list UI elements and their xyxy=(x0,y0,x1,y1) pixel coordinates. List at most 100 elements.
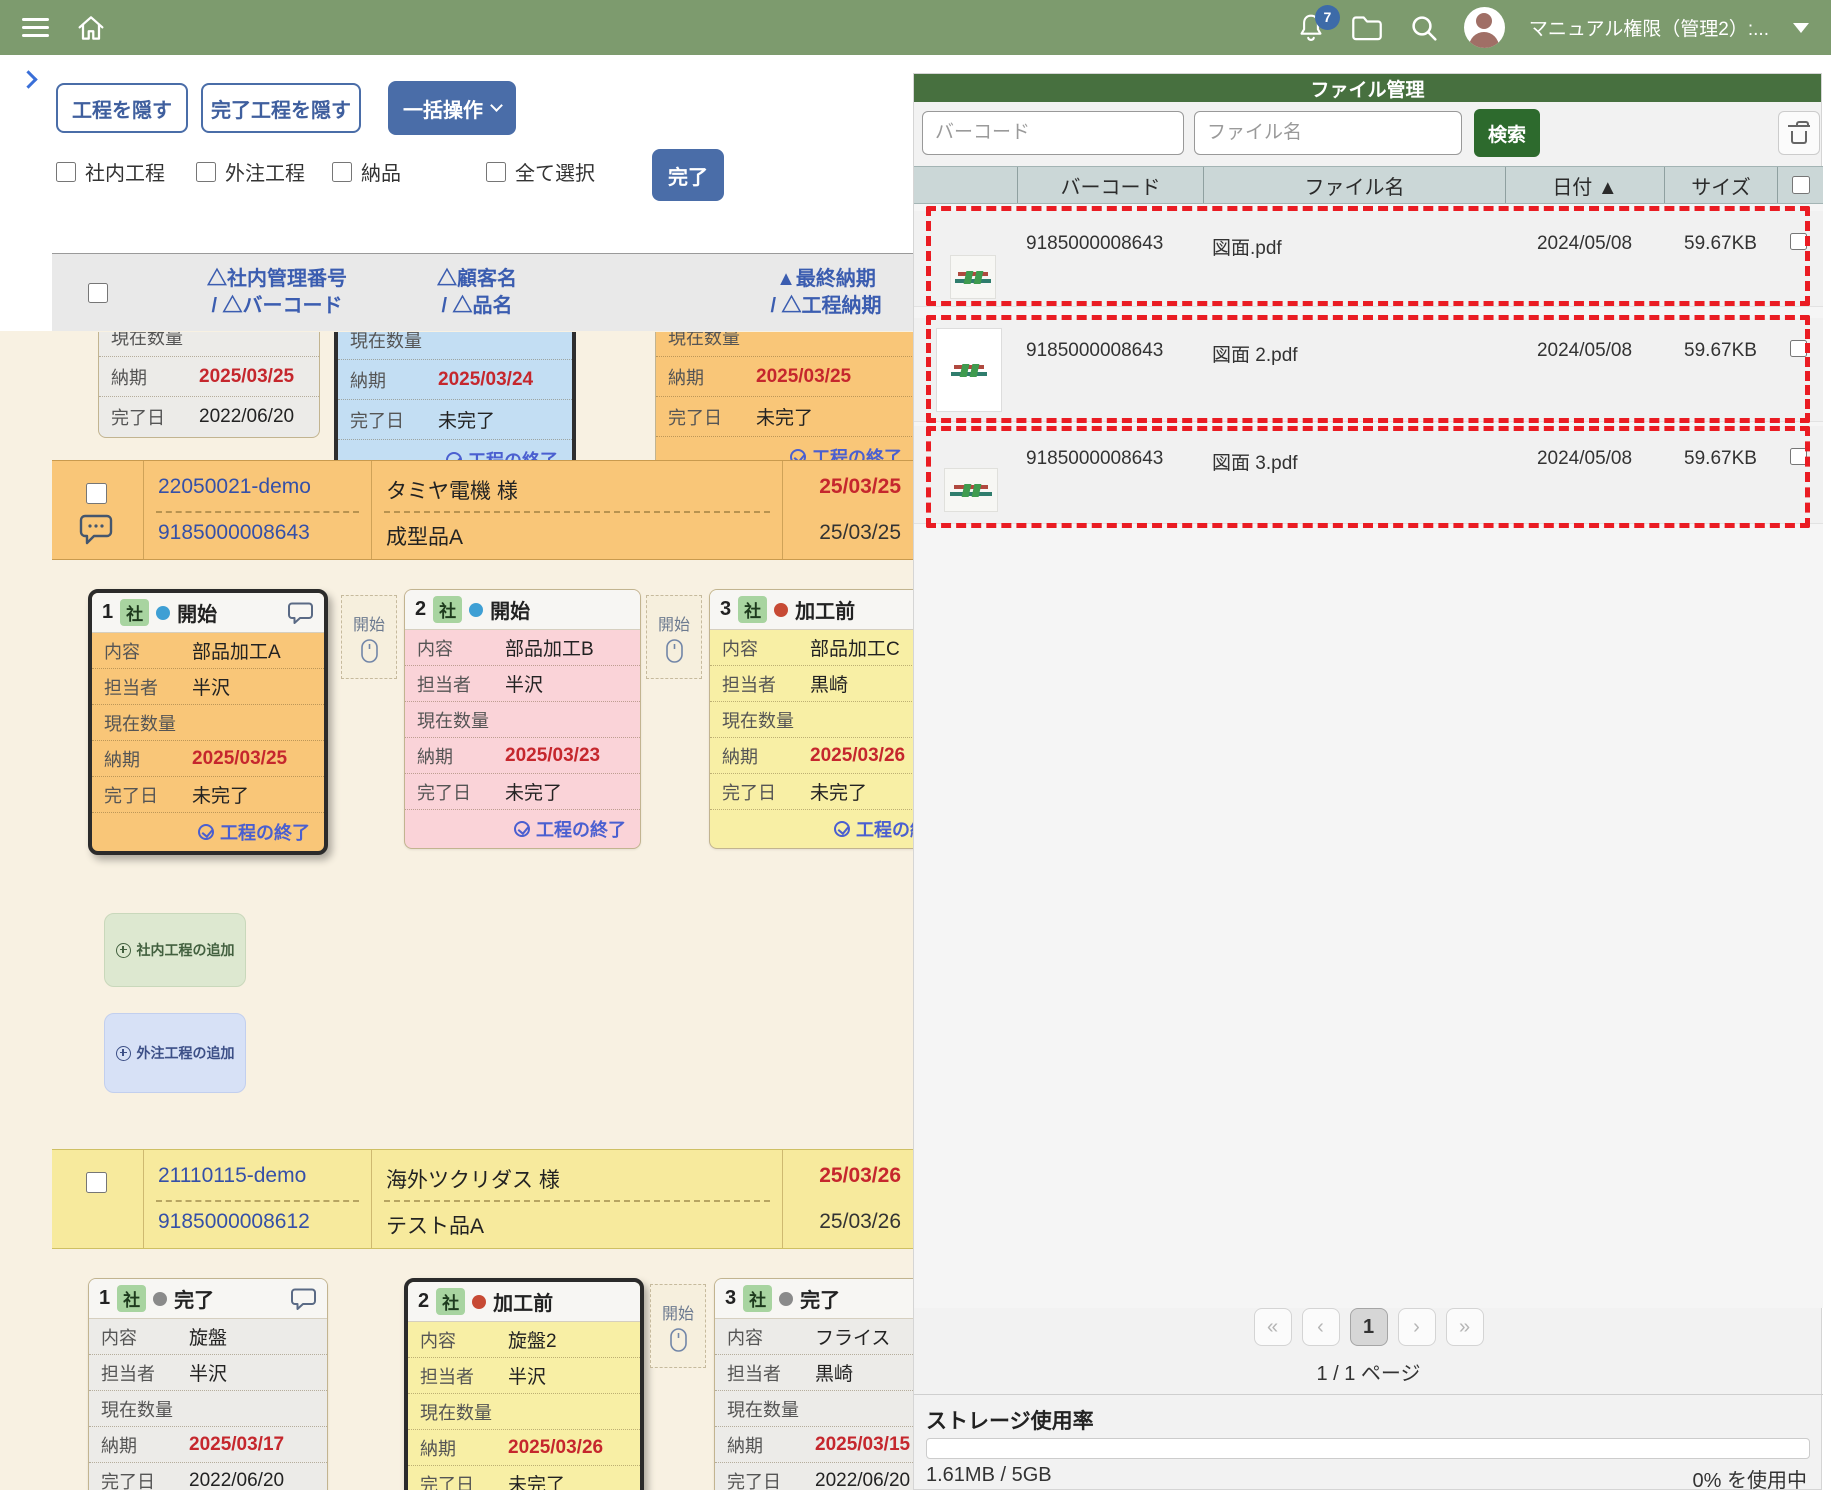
file-name[interactable]: 図面 3.pdf xyxy=(1212,448,1298,475)
notification-bell-icon[interactable]: 7 xyxy=(1296,12,1326,44)
filter-delivery[interactable]: 納品 xyxy=(332,157,401,186)
process-card-header: 3 社 加工前 xyxy=(710,590,913,630)
add-external-process-button[interactable]: 外注工程の追加 xyxy=(104,1013,246,1093)
process-card[interactable]: 1 社 開始 内容部品加工A 担当者半沢 現在数量 納期2025/03/25 完… xyxy=(88,589,328,855)
process-card-header: 2 社 開始 xyxy=(405,590,640,630)
select-all-checkbox[interactable] xyxy=(486,162,506,182)
current-page-button[interactable]: 1 xyxy=(1350,1308,1388,1346)
status-label: 加工前 xyxy=(795,595,855,624)
done-button[interactable]: 完了 xyxy=(652,149,724,201)
file-select-checkbox[interactable] xyxy=(1790,233,1807,250)
hide-process-button[interactable]: 工程を隠す xyxy=(56,83,188,133)
column-size[interactable]: サイズ xyxy=(1664,167,1777,203)
file-row[interactable]: 9185000008643 図面 3.pdf 2024/05/08 59.67K… xyxy=(914,426,1823,524)
process-due-date: 25/03/25 xyxy=(819,521,901,545)
mgmt-no-link[interactable]: 21110115-demo xyxy=(158,1164,306,1188)
mouse-icon xyxy=(670,1328,687,1352)
column-filename[interactable]: ファイル名 xyxy=(1203,167,1505,203)
column-date-sorted[interactable]: 日付 ▲ xyxy=(1505,167,1664,203)
expand-sidebar-chevron-icon[interactable] xyxy=(19,70,37,88)
field-label: 納期 xyxy=(101,1432,189,1458)
search-button[interactable]: 検索 xyxy=(1474,109,1540,157)
start-drag-connector[interactable]: 開始 xyxy=(341,595,397,679)
end-process-link[interactable]: 工程の終了 xyxy=(198,819,310,845)
file-thumbnail[interactable] xyxy=(944,468,998,512)
barcode-search-input[interactable] xyxy=(922,111,1184,155)
field-label: 担当者 xyxy=(727,1360,815,1386)
job-select-checkbox[interactable] xyxy=(86,483,107,504)
comment-bubble-icon[interactable] xyxy=(78,513,114,545)
filter-external-checkbox[interactable] xyxy=(196,162,216,182)
status-dot xyxy=(156,606,170,620)
bulk-action-button[interactable]: 一括操作 xyxy=(388,81,516,135)
field-value: 半沢 xyxy=(508,1362,546,1389)
process-card-partial[interactable]: 現在数量 納期2025/03/25 完了日未完了 工程の終了 xyxy=(655,332,913,478)
process-card-partial[interactable]: 現在数量 納期2025/03/25 完了日2022/06/20 xyxy=(98,332,320,438)
start-label: 開始 xyxy=(658,611,690,635)
field-label: 担当者 xyxy=(722,671,810,697)
field-value: 部品加工C xyxy=(810,634,900,661)
filter-internal-checkbox[interactable] xyxy=(56,162,76,182)
file-name[interactable]: 図面 2.pdf xyxy=(1212,340,1298,367)
file-row[interactable]: 9185000008643 図面 2.pdf 2024/05/08 59.67K… xyxy=(914,318,1823,422)
job-row[interactable]: 22050021-demo 9185000008643 タミヤ電機 様 成型品A… xyxy=(52,460,913,560)
file-row[interactable]: 9185000008643 図面.pdf 2024/05/08 59.67KB xyxy=(914,211,1823,307)
file-thumbnail[interactable] xyxy=(936,328,1002,412)
end-process-link[interactable]: 工程の終了 xyxy=(514,816,626,842)
process-card[interactable]: 3 社 完了 内容フライス 担当者黒崎 現在数量 納期2025/03/15 完了… xyxy=(714,1278,913,1490)
first-page-button[interactable]: « xyxy=(1254,1308,1292,1346)
user-avatar[interactable] xyxy=(1464,7,1505,48)
user-menu-caret-icon[interactable] xyxy=(1793,23,1809,33)
column-label: △顧客名 xyxy=(352,266,602,293)
start-label: 開始 xyxy=(662,1300,694,1324)
start-drag-connector[interactable]: 開始 xyxy=(650,1284,706,1368)
barcode-link[interactable]: 9185000008612 xyxy=(158,1210,310,1234)
file-thumbnail[interactable] xyxy=(950,255,996,299)
process-card[interactable]: 1 社 完了 内容旋盤 担当者半沢 現在数量 納期2025/03/17 完了日2… xyxy=(88,1278,328,1490)
check-circle-icon xyxy=(198,824,214,840)
file-name[interactable]: 図面.pdf xyxy=(1212,233,1282,260)
sort-customer[interactable]: △顧客名/ △品名 xyxy=(352,266,602,320)
hide-done-process-button[interactable]: 完了工程を隠す xyxy=(201,83,361,133)
company-badge: 社 xyxy=(117,1285,146,1312)
search-icon[interactable] xyxy=(1408,12,1440,44)
last-page-button[interactable]: » xyxy=(1446,1308,1484,1346)
field-label: 納期 xyxy=(420,1435,508,1461)
filename-search-input[interactable] xyxy=(1194,111,1462,155)
job-row[interactable]: 21110115-demo 9185000008612 海外ツクリダス 様 テス… xyxy=(52,1149,913,1249)
sort-due-date[interactable]: ▲最終納期/ △工程納期 xyxy=(742,266,910,320)
status-label: 開始 xyxy=(490,595,530,624)
filter-internal-process[interactable]: 社内工程 xyxy=(56,157,165,186)
folder-icon[interactable] xyxy=(1350,13,1384,43)
home-icon[interactable] xyxy=(75,12,107,44)
filter-delivery-checkbox[interactable] xyxy=(332,162,352,182)
add-internal-process-button[interactable]: 社内工程の追加 xyxy=(104,913,246,987)
file-select-checkbox[interactable] xyxy=(1790,340,1807,357)
barcode-link[interactable]: 9185000008643 xyxy=(158,521,310,545)
company-badge: 社 xyxy=(436,1288,465,1315)
job-select-checkbox[interactable] xyxy=(86,1172,107,1193)
start-drag-connector[interactable]: 開始 xyxy=(646,595,702,679)
select-all-files-checkbox[interactable] xyxy=(1792,176,1810,194)
prev-page-button[interactable]: ‹ xyxy=(1302,1308,1340,1346)
field-value: 部品加工A xyxy=(192,637,281,664)
hamburger-menu-icon[interactable] xyxy=(22,18,49,37)
filter-external-process[interactable]: 外注工程 xyxy=(196,157,305,186)
mgmt-no-link[interactable]: 22050021-demo xyxy=(158,475,311,499)
column-barcode[interactable]: バーコード xyxy=(1017,167,1203,203)
process-card[interactable]: 3 社 加工前 内容部品加工C 担当者黒崎 現在数量 納期2025/03/26 … xyxy=(709,589,913,849)
comment-bubble-icon[interactable] xyxy=(287,601,314,624)
file-select-checkbox[interactable] xyxy=(1790,448,1807,465)
process-card[interactable]: 2 社 加工前 内容旋盤2 担当者半沢 現在数量 納期2025/03/26 完了… xyxy=(404,1278,644,1490)
end-process-link[interactable]: 工程の終了 xyxy=(834,816,913,842)
end-process-label: 工程の終了 xyxy=(536,816,626,842)
next-page-button[interactable]: › xyxy=(1398,1308,1436,1346)
job-id-cell: 21110115-demo 9185000008612 xyxy=(144,1150,372,1248)
header-select-checkbox[interactable] xyxy=(88,283,108,303)
field-label: 納期 xyxy=(111,364,199,390)
process-card[interactable]: 2 社 開始 内容部品加工B 担当者半沢 現在数量 納期2025/03/23 完… xyxy=(404,589,641,849)
filter-select-all[interactable]: 全て選択 xyxy=(486,157,595,186)
comment-bubble-icon[interactable] xyxy=(290,1287,317,1310)
field-label: 担当者 xyxy=(420,1363,508,1389)
delete-files-button[interactable] xyxy=(1778,111,1820,155)
